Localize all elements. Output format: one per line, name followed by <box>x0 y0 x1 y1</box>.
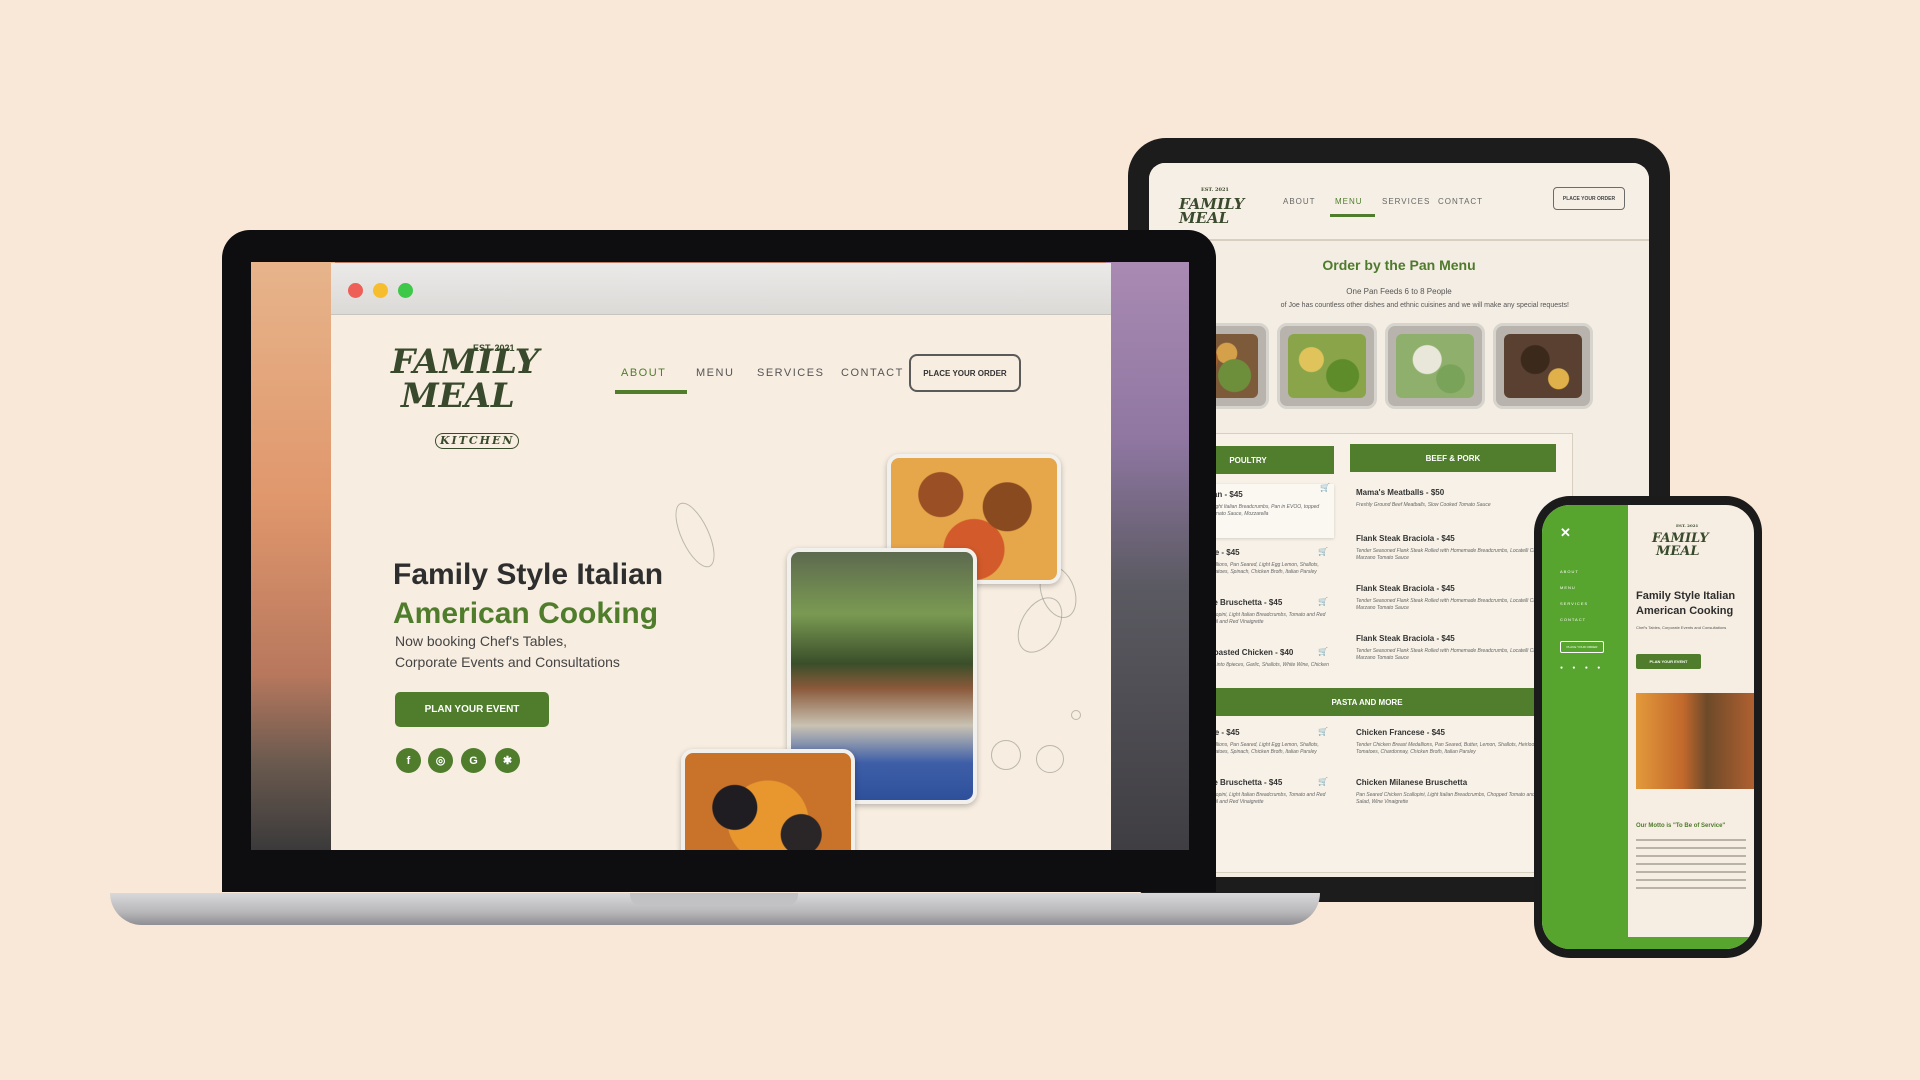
phone-menu-services[interactable]: SERVICES <box>1560 601 1588 606</box>
phone-logo[interactable]: EST. 2021 FAMILY MEAL <box>1652 519 1722 569</box>
phone-device: ✕ ABOUT MENU SERVICES CONTACT PLACE YOUR… <box>1534 496 1762 958</box>
tablet-menu-title: Order by the Pan Menu <box>1322 257 1476 273</box>
phone-footer-bar <box>1542 937 1754 949</box>
leaf-sketch-icon <box>667 497 723 573</box>
phone-headline-line1: Family Style Italian <box>1636 590 1736 602</box>
cart-icon[interactable]: 🛒 <box>1318 728 1328 736</box>
phone-menu-menu[interactable]: MENU <box>1560 585 1576 590</box>
nav-menu[interactable]: MENU <box>696 367 734 379</box>
tablet-category-beef-pork[interactable]: BEEF & PORK <box>1350 444 1556 472</box>
logo-est: EST. 2021 <box>473 343 515 353</box>
cart-icon[interactable]: 🛒 <box>1318 778 1328 786</box>
logo-meal: MEAL <box>401 376 515 416</box>
site-logo[interactable]: EST. 2021 FAMILY MEAL KITCHEN <box>391 343 539 455</box>
phone-logo-meal: MEAL <box>1656 544 1700 559</box>
mushroom-sketch-icon <box>991 740 1021 770</box>
phone-plan-event-button[interactable]: PLAN YOUR EVENT <box>1636 654 1701 669</box>
peppercorn-sketch-icon <box>1071 710 1081 720</box>
phone-hero-subtext: Chef's Tables, Corporate Events and Cons… <box>1636 625 1727 630</box>
tablet-menu-panel: POULTRY BEEF & PORK ken Parmesan - $45 🛒… <box>1162 433 1573 873</box>
tablet-pan-photo <box>1277 323 1377 409</box>
phone-social-icons[interactable]: ● ● ● ● <box>1560 665 1604 671</box>
menu-item-desc: Freshly Ground Beef Meatballs, Slow Cook… <box>1356 502 1491 508</box>
seafood-photo <box>681 749 855 850</box>
instagram-icon[interactable]: ◎ <box>428 748 453 773</box>
cart-icon[interactable]: 🛒 <box>1320 484 1330 492</box>
logo-kitchen: KITCHEN <box>435 433 520 449</box>
facebook-icon[interactable]: f <box>396 748 421 773</box>
menu-item[interactable]: Mama's Meatballs - $50 Freshly Ground Be… <box>1356 488 1566 509</box>
tablet-nav-menu[interactable]: MENU <box>1335 197 1363 206</box>
cart-icon[interactable]: 🛒 <box>1318 548 1328 556</box>
browser-titlebar <box>331 263 1111 315</box>
tablet-pan-photo <box>1385 323 1485 409</box>
phone-side-menu: ✕ ABOUT MENU SERVICES CONTACT PLACE YOUR… <box>1542 505 1628 949</box>
tablet-place-order-button[interactable]: PLACE YOUR ORDER <box>1553 187 1625 210</box>
cart-icon[interactable]: 🛒 <box>1318 598 1328 606</box>
yelp-icon[interactable]: ✱ <box>495 748 520 773</box>
phone-place-order-button[interactable]: PLACE YOUR ORDER <box>1560 641 1604 653</box>
google-icon[interactable]: G <box>461 748 486 773</box>
garlic-sketch-icon <box>1036 745 1064 773</box>
tablet-logo[interactable]: EST. 2021 FAMILY MEAL <box>1179 183 1249 229</box>
nav-active-indicator <box>615 390 687 394</box>
phone-menu-contact[interactable]: CONTACT <box>1560 617 1586 622</box>
hero-subtext-line2: Corporate Events and Consultations <box>395 654 620 670</box>
hero-headline-line2: American Cooking <box>393 597 659 630</box>
hero-headline-line1: Family Style Italian <box>393 558 664 591</box>
tablet-category-pasta[interactable]: PASTA AND MORE <box>1162 688 1572 716</box>
close-window-icon[interactable] <box>348 283 363 298</box>
laptop-notch <box>630 893 798 905</box>
nav-services[interactable]: SERVICES <box>757 367 824 379</box>
phone-motto: Our Motto is "To Be of Service" <box>1636 823 1726 829</box>
tablet-nav-services[interactable]: SERVICES <box>1382 197 1430 206</box>
website-hero: EST. 2021 FAMILY MEAL KITCHEN ABOUT MENU… <box>331 315 1111 850</box>
menu-item-name: Mama's Meatballs - $50 <box>1356 488 1445 497</box>
tablet-logo-meal: MEAL <box>1179 209 1230 227</box>
tablet-nav-contact[interactable]: CONTACT <box>1438 197 1483 206</box>
cart-icon[interactable]: 🛒 <box>1318 648 1328 656</box>
browser-window: EST. 2021 FAMILY MEAL KITCHEN ABOUT MENU… <box>331 263 1111 850</box>
phone-hero-headline: Family Style Italian American Cooking <box>1636 589 1735 619</box>
close-icon[interactable]: ✕ <box>1560 525 1571 541</box>
plan-event-button[interactable]: PLAN YOUR EVENT <box>395 692 549 727</box>
wallpaper-right <box>1106 262 1189 850</box>
tablet-nav-bar: EST. 2021 FAMILY MEAL ABOUT MENU SERVICE… <box>1149 163 1649 241</box>
tablet-nav-active-indicator <box>1330 214 1375 217</box>
place-order-button[interactable]: PLACE YOUR ORDER <box>909 354 1021 392</box>
maximize-window-icon[interactable] <box>398 283 413 298</box>
hero-headline: Family Style Italian American Cooking <box>393 555 663 633</box>
tablet-pan-photo <box>1493 323 1593 409</box>
hero-subtext: Now booking Chef's Tables, Corporate Eve… <box>395 631 620 673</box>
tablet-menu-subtitle: One Pan Feeds 6 to 8 People <box>1346 287 1452 296</box>
phone-screen: ✕ ABOUT MENU SERVICES CONTACT PLACE YOUR… <box>1542 505 1754 949</box>
phone-body-text <box>1636 839 1746 895</box>
minimize-window-icon[interactable] <box>373 283 388 298</box>
nav-contact[interactable]: CONTACT <box>841 367 904 379</box>
phone-headline-line2: American Cooking <box>1636 605 1734 617</box>
wallpaper-left <box>251 262 335 850</box>
phone-food-photo <box>1636 693 1754 789</box>
hero-subtext-line1: Now booking Chef's Tables, <box>395 633 568 649</box>
tablet-nav-about[interactable]: ABOUT <box>1283 197 1316 206</box>
phone-menu-about[interactable]: ABOUT <box>1560 569 1579 574</box>
laptop-screen: EST. 2021 FAMILY MEAL KITCHEN ABOUT MENU… <box>251 262 1189 850</box>
nav-about[interactable]: ABOUT <box>621 367 666 379</box>
